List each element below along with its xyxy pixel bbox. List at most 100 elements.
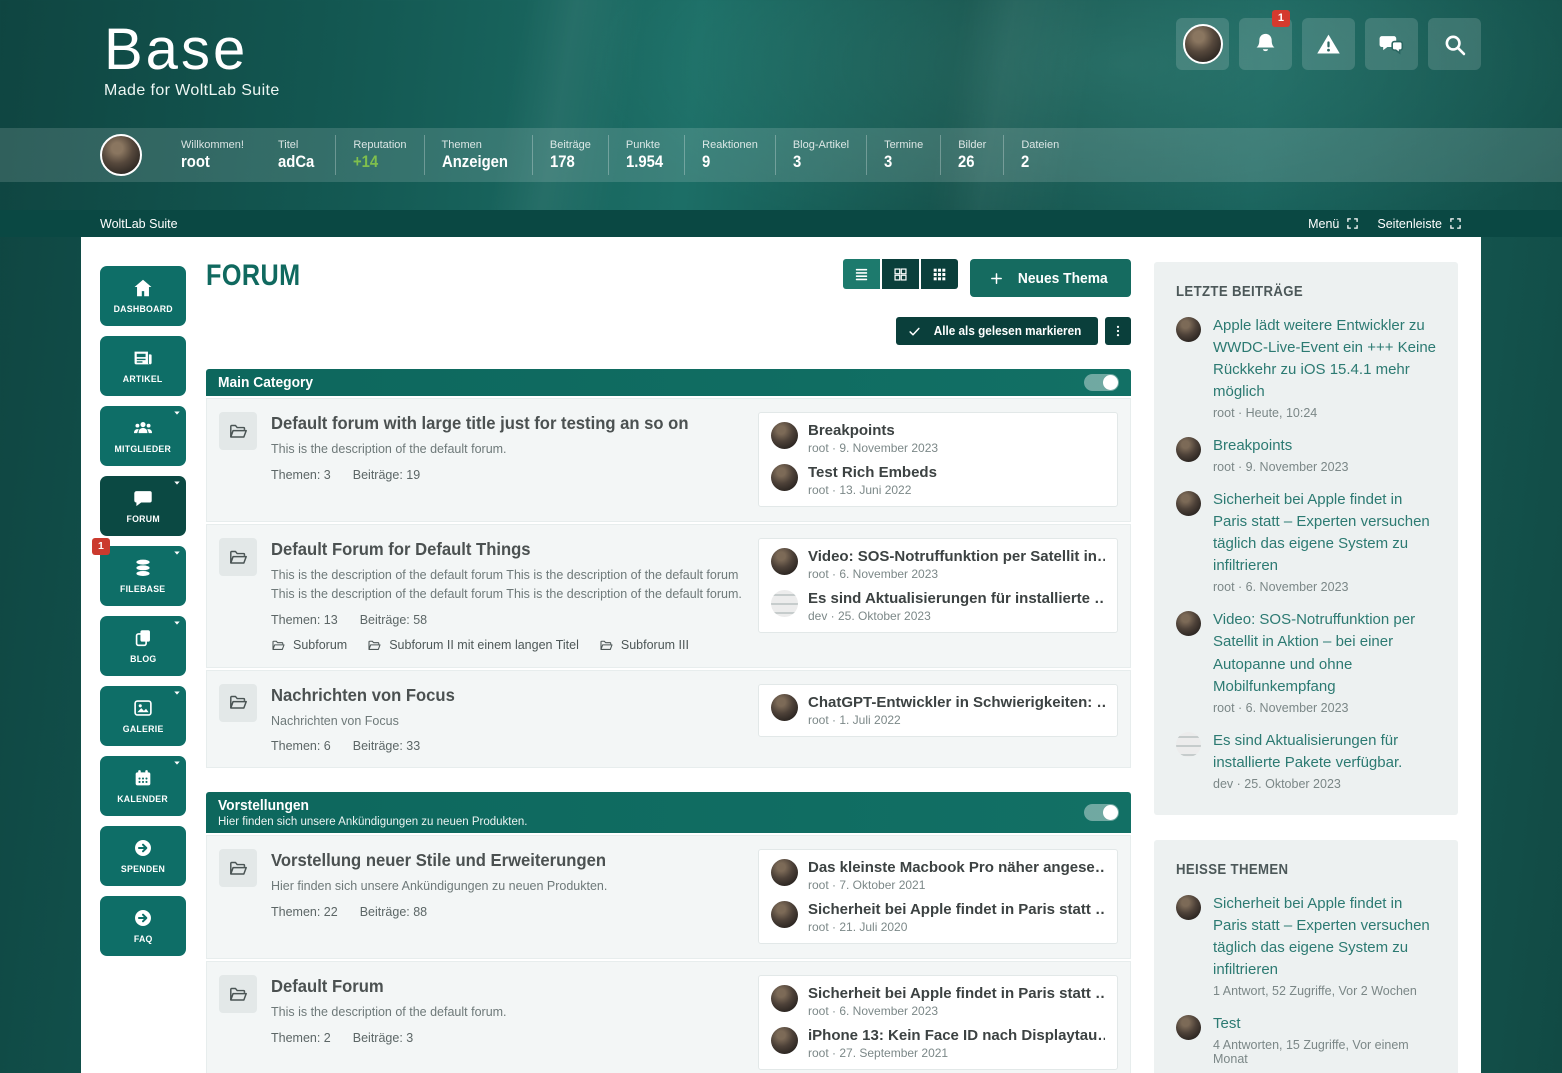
database-icon	[131, 557, 155, 579]
stat-value[interactable]: 2	[1021, 153, 1055, 172]
post-title[interactable]: Sicherheit bei Apple findet in Paris sta…	[808, 901, 1105, 918]
forum-title[interactable]: Default Forum for Default Things	[271, 539, 718, 560]
welcome-block: Willkommen! root	[164, 135, 261, 175]
avatar[interactable]	[771, 548, 798, 575]
page-title: FORUM	[206, 259, 300, 292]
avatar[interactable]	[1176, 1015, 1201, 1040]
stat-value[interactable]: 26	[958, 153, 983, 172]
stat-value[interactable]: adCa	[278, 153, 314, 172]
item-title[interactable]: Video: SOS-Notruffunktion per Satellit i…	[1213, 609, 1436, 697]
forum-title[interactable]: Nachrichten von Focus	[271, 685, 718, 706]
forum-row: Default forum with large title just for …	[206, 398, 1131, 522]
avatar[interactable]	[771, 1027, 798, 1054]
user-menu-button[interactable]	[1176, 18, 1229, 70]
subforum-link[interactable]: Subforum	[271, 638, 347, 653]
stat-label: Beiträge	[550, 139, 591, 151]
avatar[interactable]	[771, 694, 798, 721]
category-header[interactable]: Main Category	[206, 369, 1131, 396]
sidebar-item-faq[interactable]: FAQ	[100, 896, 186, 956]
avatar[interactable]	[1176, 895, 1201, 920]
calendar-icon	[131, 767, 155, 789]
view-mode-button[interactable]	[882, 259, 919, 289]
sidebar-item-galerie[interactable]: GALERIE	[100, 686, 186, 746]
avatar[interactable]	[771, 464, 798, 491]
userbar-stat: Bilder 26	[940, 135, 1003, 175]
collapse-toggle[interactable]	[1084, 804, 1119, 821]
stat-value[interactable]: 3	[793, 153, 844, 172]
post-title[interactable]: Es sind Aktualisierungen für installiert…	[808, 590, 1105, 607]
breadcrumb[interactable]: WoltLab Suite	[100, 217, 178, 231]
view-mode-button[interactable]	[921, 259, 958, 289]
conversations-button[interactable]	[1365, 18, 1418, 70]
avatar[interactable]	[771, 422, 798, 449]
sidebar-item-blog[interactable]: BLOG	[100, 616, 186, 676]
stat-value[interactable]: 9	[702, 153, 752, 172]
stat-value[interactable]: 3	[884, 153, 919, 172]
stat-value[interactable]: 1.954	[626, 153, 663, 172]
avatar[interactable]	[771, 859, 798, 886]
item-title[interactable]: Es sind Aktualisierungen für installiert…	[1213, 730, 1436, 774]
stat-label: Reputation	[353, 139, 406, 151]
sidebar-item-dashboard[interactable]: DASHBOARD	[100, 266, 186, 326]
category-header[interactable]: Vorstellungen Hier finden sich unsere An…	[206, 792, 1131, 833]
subforum-link[interactable]: Subforum II mit einem langen Titel	[367, 638, 579, 653]
sidebar-item-mitglieder[interactable]: MITGLIEDER	[100, 406, 186, 466]
post-title[interactable]: Breakpoints	[808, 422, 1105, 439]
post-title[interactable]: Das kleinste Macbook Pro näher angese…	[808, 859, 1105, 876]
post-title[interactable]: Test Rich Embeds	[808, 464, 1105, 481]
view-switcher	[843, 259, 960, 289]
username[interactable]: root	[181, 153, 238, 172]
post-title[interactable]: Sicherheit bei Apple findet in Paris sta…	[808, 985, 1105, 1002]
post-title[interactable]: ChatGPT-Entwickler in Schwierigkeiten: …	[808, 694, 1105, 711]
notifications-button[interactable]: 1	[1239, 18, 1292, 70]
view-mode-button[interactable]	[843, 259, 880, 289]
avatar[interactable]	[1176, 491, 1201, 516]
item-title[interactable]: Test	[1213, 1013, 1436, 1035]
item-title[interactable]: Sicherheit bei Apple findet in Paris sta…	[1213, 893, 1436, 981]
forum-stats: Themen: 3Beiträge: 19	[271, 468, 742, 482]
item-title[interactable]: Sicherheit bei Apple findet in Paris sta…	[1213, 489, 1436, 577]
stat-value[interactable]: 178	[550, 153, 587, 172]
avatar[interactable]	[1176, 437, 1201, 462]
stat-value[interactable]: +14	[353, 153, 401, 172]
latest-post: Sicherheit bei Apple findet in Paris sta…	[771, 985, 1105, 1018]
sidebar-item-spenden[interactable]: SPENDEN	[100, 826, 186, 886]
avatar[interactable]	[771, 590, 798, 617]
forum-title[interactable]: Default Forum	[271, 976, 718, 997]
list-item: Sicherheit bei Apple findet in Paris sta…	[1176, 893, 1436, 998]
latest-post: Breakpoints root · 9. November 2023	[771, 422, 1105, 455]
user-avatar[interactable]	[100, 134, 142, 176]
more-options-button[interactable]	[1105, 317, 1131, 345]
avatar[interactable]	[771, 901, 798, 928]
avatar[interactable]	[1176, 732, 1201, 757]
post-title[interactable]: Video: SOS-Notruffunktion per Satellit i…	[808, 548, 1105, 565]
moderation-button[interactable]	[1302, 18, 1355, 70]
sidebar-item-artikel[interactable]: ARTIKEL	[100, 336, 186, 396]
item-meta: root · Heute, 10:24	[1213, 406, 1436, 420]
sidebar-item-forum[interactable]: FORUM	[100, 476, 186, 536]
sidebar-toggle[interactable]: Seitenleiste	[1377, 217, 1462, 231]
stat-value[interactable]: Anzeigen	[442, 153, 508, 172]
forum-title[interactable]: Default forum with large title just for …	[271, 413, 718, 434]
new-topic-button[interactable]: Neues Thema	[970, 259, 1131, 297]
forum-title[interactable]: Vorstellung neuer Stile und Erweiterunge…	[271, 850, 718, 871]
avatar[interactable]	[1176, 611, 1201, 636]
menu-toggle[interactable]: Menü	[1308, 217, 1359, 231]
box-title: LETZTE BEITRÄGE	[1176, 283, 1405, 300]
item-title[interactable]: Breakpoints	[1213, 435, 1436, 457]
post-title[interactable]: iPhone 13: Kein Face ID nach Displaytau…	[808, 1027, 1105, 1044]
collapse-toggle[interactable]	[1084, 374, 1119, 391]
search-button[interactable]	[1428, 18, 1481, 70]
forum-description: This is the description of the default f…	[271, 1003, 742, 1022]
forum-stat: Beiträge: 19	[353, 468, 420, 482]
mark-all-read-button[interactable]: Alle als gelesen markieren	[896, 317, 1098, 345]
forum-stat: Beiträge: 58	[360, 613, 427, 627]
item-title[interactable]: Apple lädt weitere Entwickler zu WWDC-Li…	[1213, 315, 1436, 403]
arrow-icon	[131, 837, 155, 859]
avatar[interactable]	[1176, 317, 1201, 342]
brand[interactable]: Base Made for WoltLab Suite	[104, 20, 280, 100]
subforum-link[interactable]: Subforum III	[599, 638, 689, 653]
sidebar-item-filebase[interactable]: 1 FILEBASE	[100, 546, 186, 606]
sidebar-item-kalender[interactable]: KALENDER	[100, 756, 186, 816]
avatar[interactable]	[771, 985, 798, 1012]
